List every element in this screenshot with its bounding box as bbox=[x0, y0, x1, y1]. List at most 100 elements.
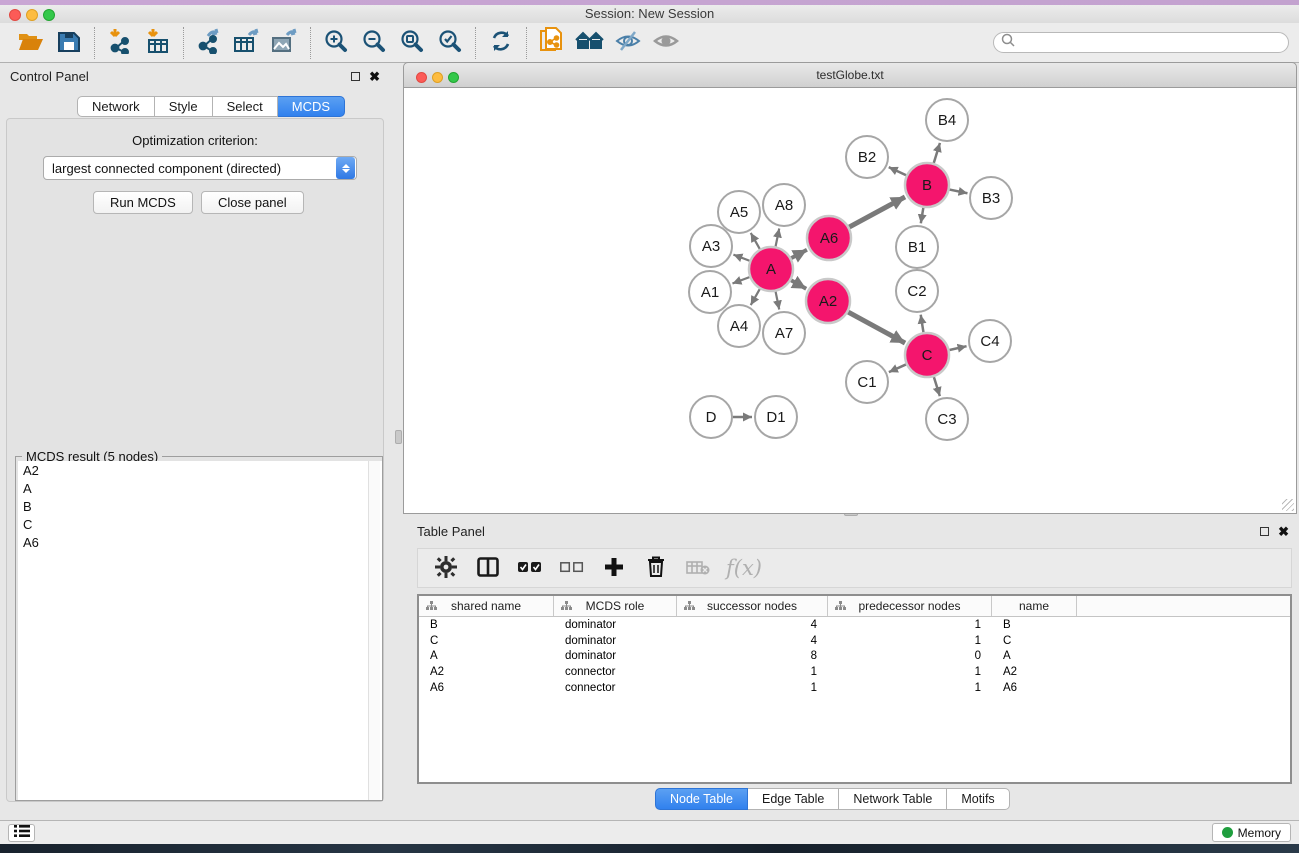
graph-node-A3[interactable]: A3 bbox=[690, 225, 732, 267]
result-item-a2[interactable]: A2 bbox=[18, 461, 382, 479]
table-tab-node-table[interactable]: Node Table bbox=[655, 788, 748, 810]
column-header-name[interactable]: name bbox=[992, 596, 1077, 616]
run-mcds-button[interactable]: Run MCDS bbox=[93, 191, 193, 214]
tab-select[interactable]: Select bbox=[213, 96, 278, 117]
graph-node-B[interactable]: B bbox=[905, 163, 949, 207]
graph-node-B1[interactable]: B1 bbox=[896, 226, 938, 268]
cell[interactable]: 1 bbox=[828, 666, 992, 678]
cell[interactable]: dominator bbox=[554, 650, 677, 662]
cell[interactable]: A6 bbox=[992, 682, 1077, 694]
result-item-a6[interactable]: A6 bbox=[18, 533, 382, 551]
zoom-fit-button[interactable] bbox=[393, 26, 431, 60]
cell[interactable]: A6 bbox=[419, 682, 554, 694]
graph-edge-A-A3[interactable] bbox=[733, 255, 749, 261]
zoom-selected-button[interactable] bbox=[431, 26, 469, 60]
first-neighbors-button[interactable] bbox=[571, 26, 609, 60]
graph-node-A5[interactable]: A5 bbox=[718, 191, 760, 233]
cell[interactable]: C bbox=[992, 635, 1077, 647]
open-file-button[interactable] bbox=[12, 26, 50, 60]
result-list-scrollbar[interactable] bbox=[368, 461, 380, 800]
graph-edge-A-A7[interactable] bbox=[776, 292, 780, 310]
network-window-titlebar[interactable]: testGlobe.txt bbox=[403, 62, 1297, 88]
table-row-a2[interactable]: A2connector11A2 bbox=[419, 664, 1290, 680]
result-item-c[interactable]: C bbox=[18, 515, 382, 533]
node-table[interactable]: shared nameMCDS rolesuccessor nodesprede… bbox=[417, 594, 1292, 784]
close-table-panel-icon[interactable]: ✖ bbox=[1278, 527, 1289, 536]
cell[interactable]: B bbox=[992, 619, 1077, 631]
search-input[interactable] bbox=[1020, 36, 1270, 50]
graph-node-B3[interactable]: B3 bbox=[970, 177, 1012, 219]
network-canvas[interactable]: B4B2BB3A5A8A6A3B1AA1C2A2A4A7C4CC1DD1C3 bbox=[403, 88, 1297, 514]
cell[interactable]: 4 bbox=[677, 635, 828, 647]
cell[interactable]: C bbox=[419, 635, 554, 647]
table-row-a[interactable]: Adominator80A bbox=[419, 648, 1290, 664]
deselect-all-rows-button[interactable] bbox=[558, 553, 586, 583]
cell[interactable]: A bbox=[992, 650, 1077, 662]
graph-edge-B-B3[interactable] bbox=[950, 190, 968, 194]
zoom-window-button[interactable] bbox=[43, 9, 55, 21]
graph-edge-A-A1[interactable] bbox=[732, 277, 749, 283]
tab-network[interactable]: Network bbox=[77, 96, 155, 117]
delete-table-button[interactable] bbox=[684, 553, 712, 583]
float-table-panel-icon[interactable] bbox=[1260, 527, 1269, 536]
mcds-result-list[interactable]: A2ABCA6 bbox=[18, 461, 382, 800]
zoom-out-button[interactable] bbox=[355, 26, 393, 60]
graph-edge-A-A4[interactable] bbox=[751, 289, 760, 305]
graph-edge-C-C3[interactable] bbox=[934, 377, 940, 396]
table-row-c[interactable]: Cdominator41C bbox=[419, 633, 1290, 649]
graph-node-B4[interactable]: B4 bbox=[926, 99, 968, 141]
cell[interactable]: 0 bbox=[828, 650, 992, 662]
graph-node-D1[interactable]: D1 bbox=[755, 396, 797, 438]
graph-node-C1[interactable]: C1 bbox=[846, 361, 888, 403]
graph-edge-C-C2[interactable] bbox=[921, 315, 924, 333]
cell[interactable]: A bbox=[419, 650, 554, 662]
graph-edge-A2-C[interactable] bbox=[848, 312, 905, 343]
graph-edge-A-A8[interactable] bbox=[776, 229, 780, 247]
export-table-button[interactable] bbox=[228, 26, 266, 60]
graph-node-A7[interactable]: A7 bbox=[763, 312, 805, 354]
graph-edge-A-A6[interactable] bbox=[791, 250, 807, 258]
select-all-rows-button[interactable] bbox=[516, 553, 544, 583]
minimize-window-button[interactable] bbox=[26, 9, 38, 21]
graph-node-A6[interactable]: A6 bbox=[807, 216, 851, 260]
cell[interactable]: 1 bbox=[828, 619, 992, 631]
window-resize-grip[interactable] bbox=[1282, 499, 1294, 511]
graph-node-A1[interactable]: A1 bbox=[689, 271, 731, 313]
hide-selected-button[interactable] bbox=[609, 26, 647, 60]
delete-column-button[interactable] bbox=[642, 553, 670, 583]
function-builder-button[interactable]: f(x) bbox=[726, 556, 762, 580]
cell[interactable]: 8 bbox=[677, 650, 828, 662]
column-header-MCDS-role[interactable]: MCDS role bbox=[554, 596, 677, 616]
zoom-in-button[interactable] bbox=[317, 26, 355, 60]
graph-node-A[interactable]: A bbox=[749, 247, 793, 291]
refresh-layout-button[interactable] bbox=[482, 26, 520, 60]
tab-mcds[interactable]: MCDS bbox=[278, 96, 345, 117]
clone-network-button[interactable] bbox=[533, 26, 571, 60]
table-row-b[interactable]: Bdominator41B bbox=[419, 617, 1290, 633]
import-network-button[interactable] bbox=[101, 26, 139, 60]
column-header-shared-name[interactable]: shared name bbox=[419, 596, 554, 616]
table-settings-button[interactable] bbox=[432, 553, 460, 583]
cell[interactable]: 1 bbox=[828, 635, 992, 647]
graph-node-A2[interactable]: A2 bbox=[806, 279, 850, 323]
cell[interactable]: 1 bbox=[677, 666, 828, 678]
cell[interactable]: 1 bbox=[677, 682, 828, 694]
search-field[interactable] bbox=[993, 32, 1289, 53]
show-panel-list-button[interactable] bbox=[8, 824, 35, 842]
result-item-a[interactable]: A bbox=[18, 479, 382, 497]
graph-edge-C-C1[interactable] bbox=[889, 364, 906, 372]
graph-edge-A-A5[interactable] bbox=[751, 233, 760, 249]
graph-edge-B-B4[interactable] bbox=[934, 143, 940, 163]
cell[interactable]: dominator bbox=[554, 635, 677, 647]
network-close-button[interactable] bbox=[416, 72, 427, 83]
table-row-a6[interactable]: A6connector11A6 bbox=[419, 680, 1290, 696]
graph-node-C3[interactable]: C3 bbox=[926, 398, 968, 440]
table-tab-edge-table[interactable]: Edge Table bbox=[748, 788, 839, 810]
cell[interactable]: B bbox=[419, 619, 554, 631]
cell[interactable]: dominator bbox=[554, 619, 677, 631]
cell[interactable]: connector bbox=[554, 666, 677, 678]
cell[interactable]: 1 bbox=[828, 682, 992, 694]
memory-button[interactable]: Memory bbox=[1212, 823, 1291, 842]
add-column-button[interactable] bbox=[600, 553, 628, 583]
graph-node-C[interactable]: C bbox=[905, 333, 949, 377]
